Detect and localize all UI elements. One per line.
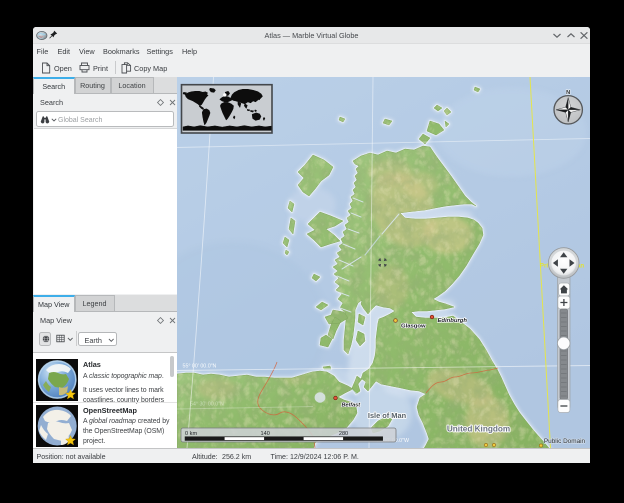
- belfast-label: Belfast: [342, 403, 362, 409]
- search-dropdown-icon[interactable]: [51, 118, 57, 122]
- scalebar-max: 280: [339, 431, 348, 437]
- isle-of-man-label: Isle of Man: [368, 411, 407, 420]
- compass-north-label: N: [566, 90, 570, 96]
- list-scrollbar[interactable]: [170, 356, 174, 377]
- favorite-star-icon: [65, 389, 76, 400]
- open-icon[interactable]: [41, 62, 51, 74]
- copy-map-button[interactable]: Copy Map: [134, 64, 167, 73]
- menu-bookmarks[interactable]: Bookmarks: [103, 47, 140, 56]
- print-icon[interactable]: [79, 62, 90, 73]
- print-button[interactable]: Print: [93, 64, 108, 73]
- tab-routing[interactable]: Routing: [75, 77, 111, 93]
- favorite-star-icon: [65, 435, 76, 446]
- atlas-title: Atlas: [83, 360, 101, 369]
- edinburgh-marker: [430, 315, 434, 319]
- flat-map-icon[interactable]: [56, 334, 65, 343]
- svg-text:54° 30' 00.0"N: 54° 30' 00.0"N: [190, 402, 224, 408]
- menu-view[interactable]: View: [79, 47, 95, 56]
- scalebar-zero: 0 km: [185, 431, 197, 437]
- window-title: Atlas — Marble Virtual Globe: [33, 31, 590, 40]
- search-tabbar: Search Routing Location: [33, 77, 177, 94]
- left-dock: Search Routing Location Search Global Se…: [33, 77, 177, 448]
- zoom-slider-thumb[interactable]: [557, 337, 570, 350]
- mapview-tabbar: Map View Legend: [33, 295, 177, 312]
- open-button[interactable]: Open: [54, 64, 72, 73]
- status-altitude-label: Altitude:: [192, 453, 218, 461]
- globe-projection-button[interactable]: [39, 332, 51, 346]
- map-theme-list: Atlas A classic topographic map. It uses…: [33, 352, 177, 448]
- tab-location[interactable]: Location: [111, 77, 154, 93]
- search-results-area[interactable]: [34, 128, 177, 294]
- menu-edit[interactable]: Edit: [58, 47, 71, 56]
- minimize-button[interactable]: [552, 31, 562, 40]
- lough-neagh: [315, 392, 326, 402]
- scalebar-mid: 140: [261, 431, 270, 437]
- toolbar-separator: [115, 61, 116, 74]
- menu-settings[interactable]: Settings: [147, 47, 173, 56]
- binoculars-icon: [40, 115, 50, 124]
- toolbar: Open Print Copy Map: [33, 58, 590, 77]
- float-panel-icon[interactable]: [156, 316, 165, 325]
- tab-search[interactable]: Search: [33, 77, 75, 94]
- tab-legend[interactable]: Legend: [75, 295, 115, 311]
- screen: Atlas — Marble Virtual Globe File Edit V…: [0, 0, 624, 503]
- titlebar[interactable]: Atlas — Marble Virtual Globe: [33, 27, 590, 44]
- united-kingdom-label: United Kingdom: [447, 425, 510, 434]
- scalebar: 0 km 140 280: [181, 428, 396, 442]
- belfast-marker: [334, 396, 338, 400]
- list-separator: [33, 402, 177, 403]
- menubar: File Edit View Bookmarks Settings Help: [33, 44, 590, 58]
- menu-file[interactable]: File: [37, 47, 49, 56]
- svg-text:55° 00' 00.0"N: 55° 00' 00.0"N: [183, 364, 217, 370]
- combo-dropdown-icon: [108, 338, 115, 343]
- mapview-panel-header: Map View: [33, 312, 177, 329]
- close-panel-icon[interactable]: [168, 316, 177, 325]
- map-canvas[interactable]: 55° 00' 00.0"N 54° 30' 00.0"N 5° 00' 00.…: [177, 77, 590, 448]
- maximize-button[interactable]: [566, 31, 576, 40]
- celestial-body-value: Earth: [85, 336, 102, 345]
- zoom-slider-track[interactable]: [560, 309, 568, 400]
- controls-separator: [76, 331, 77, 346]
- osm-title: OpenStreetMap: [83, 406, 137, 415]
- marble-window: Atlas — Marble Virtual Globe File Edit V…: [33, 27, 590, 463]
- overview-map[interactable]: [182, 85, 273, 133]
- mapview-panel-title: Map View: [40, 316, 72, 325]
- tab-map-view[interactable]: Map View: [33, 295, 75, 312]
- search-panel-header: Search: [33, 94, 177, 111]
- menu-help[interactable]: Help: [182, 47, 197, 56]
- global-search-input[interactable]: Global Search: [36, 111, 174, 127]
- search-panel-title: Search: [40, 98, 63, 107]
- status-time: Time: 12/9/2024 12:06 P. M.: [271, 453, 359, 461]
- overview-position-dot: [223, 93, 226, 96]
- search-placeholder: Global Search: [58, 117, 102, 124]
- glasgow-label: Glasgow: [401, 324, 426, 330]
- copy-map-icon[interactable]: [121, 62, 132, 74]
- glasgow-marker: [394, 319, 398, 323]
- statusbar: Position: not available Altitude: 256.2 …: [33, 448, 590, 463]
- celestial-body-select[interactable]: Earth: [78, 332, 117, 347]
- map-svg: 55° 00' 00.0"N 54° 30' 00.0"N 5° 00' 00.…: [177, 77, 590, 448]
- globe-view-icon: [42, 335, 50, 343]
- status-altitude-value: 256.2 km: [222, 453, 251, 461]
- close-button[interactable]: [579, 31, 589, 40]
- close-panel-icon[interactable]: [168, 98, 177, 107]
- edinburgh-label: Edinburgh: [438, 318, 468, 324]
- status-position: Position: not available: [37, 453, 106, 461]
- float-panel-icon[interactable]: [156, 98, 165, 107]
- attribution-label: Public Domain: [544, 438, 586, 445]
- projection-dropdown-icon[interactable]: [67, 337, 74, 342]
